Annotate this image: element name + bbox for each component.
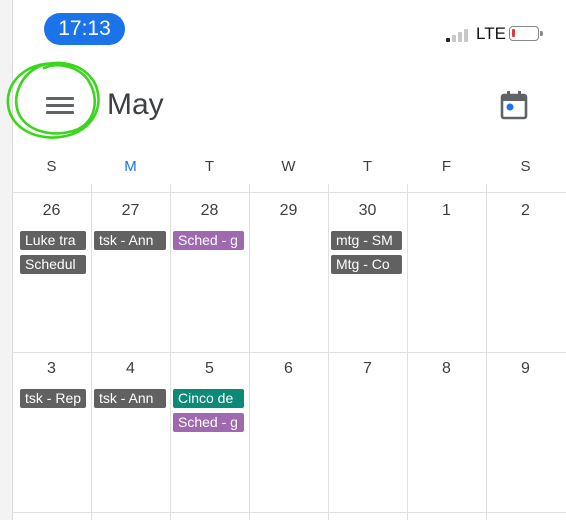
grid-line: [170, 184, 171, 520]
day-cell-number[interactable]: 7: [328, 360, 407, 378]
event-chip[interactable]: Sched - g: [173, 231, 244, 250]
battery-icon: [509, 26, 543, 41]
weekday-label: T: [204, 158, 215, 175]
day-cell-number[interactable]: 9: [486, 360, 565, 378]
day-cell-number[interactable]: 5: [170, 360, 249, 378]
day-cell-number[interactable]: 27: [91, 202, 170, 220]
hamburger-menu-icon: [46, 97, 74, 100]
left-edge: [0, 0, 13, 520]
main-menu-button[interactable]: [26, 78, 92, 136]
today-button[interactable]: [497, 88, 531, 122]
event-chip[interactable]: tsk - Ann: [94, 389, 166, 408]
event-chip[interactable]: Sched - g: [173, 413, 244, 432]
day-cell-number[interactable]: 3: [12, 360, 91, 378]
grid-line: [12, 192, 566, 193]
grid-line: [12, 352, 566, 353]
weekday-label: T: [362, 158, 373, 175]
event-chip[interactable]: mtg - SM: [331, 231, 402, 250]
grid-line: [407, 184, 408, 520]
day-cell-number[interactable]: 28: [170, 202, 249, 220]
grid-line: [249, 184, 250, 520]
weekday-label: W: [281, 158, 296, 175]
event-chip[interactable]: tsk - Rep: [20, 389, 86, 408]
grid-line: [328, 184, 329, 520]
calendar-today-icon: [500, 91, 528, 120]
grid-line: [486, 184, 487, 520]
event-chip[interactable]: Cinco de: [173, 389, 244, 408]
event-chip[interactable]: Schedul: [20, 255, 86, 274]
event-chip[interactable]: tsk - Ann: [94, 231, 166, 250]
weekday-label-today: M: [124, 158, 137, 175]
day-cell-number[interactable]: 30: [328, 202, 407, 220]
event-chip[interactable]: Mtg - Co: [331, 255, 402, 274]
weekday-label: S: [46, 158, 57, 175]
day-cell-number[interactable]: 1: [407, 202, 486, 220]
day-cell-number[interactable]: 2: [486, 202, 565, 220]
month-title[interactable]: May: [107, 88, 164, 122]
day-cell-number[interactable]: 26: [12, 202, 91, 220]
status-time: 17:13: [44, 13, 125, 45]
day-cell-number[interactable]: 8: [407, 360, 486, 378]
weekday-header: S M T W T F S: [12, 158, 566, 182]
day-cell-number[interactable]: 6: [249, 360, 328, 378]
status-bar: 17:13 LTE: [0, 0, 566, 60]
day-cell-number[interactable]: 4: [91, 360, 170, 378]
grid-line: [12, 512, 566, 513]
weekday-label: S: [520, 158, 531, 175]
event-chip[interactable]: Luke tra: [20, 231, 86, 250]
network-type: LTE: [476, 24, 506, 43]
day-cell-number[interactable]: 29: [249, 202, 328, 220]
weekday-label: F: [441, 158, 452, 175]
signal-strength-icon: [446, 28, 472, 42]
grid-line: [91, 184, 92, 520]
